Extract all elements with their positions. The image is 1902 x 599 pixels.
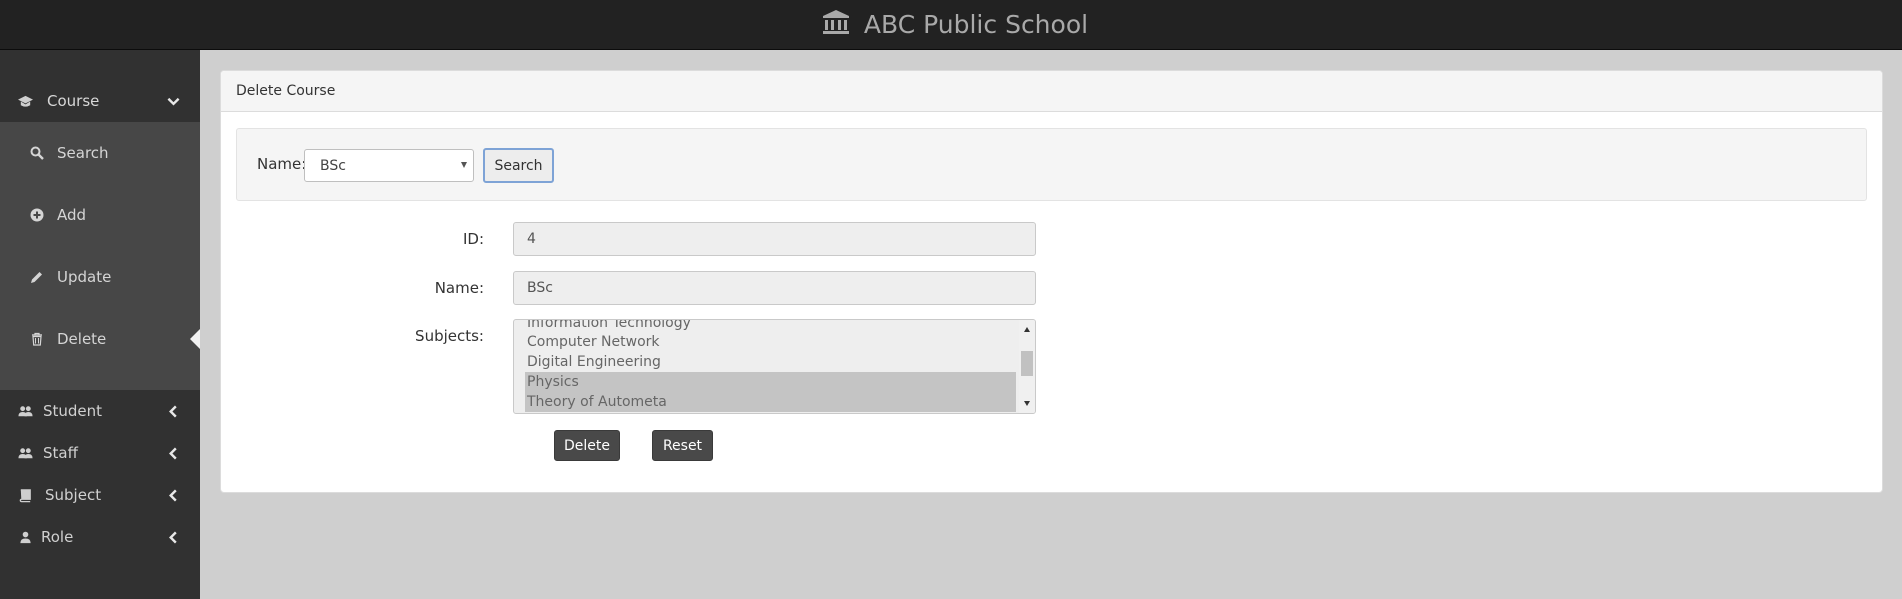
top-bar: ABC Public School bbox=[0, 0, 1902, 50]
sidebar-item-label: Role bbox=[41, 528, 74, 546]
delete-button[interactable]: Delete bbox=[554, 430, 620, 461]
book-icon bbox=[15, 488, 35, 503]
chevron-left-icon bbox=[167, 447, 180, 460]
sidebar-item-course[interactable]: Course bbox=[0, 76, 200, 126]
graduation-cap-icon bbox=[15, 94, 35, 109]
caret-down-icon bbox=[461, 162, 467, 168]
listbox-scrollbar[interactable] bbox=[1019, 320, 1035, 413]
course-submenu: Search Add Update Delete bbox=[0, 122, 200, 390]
sidebar-item-label: Subject bbox=[45, 486, 102, 504]
panel-title: Delete Course bbox=[236, 83, 336, 99]
panel-heading: Delete Course bbox=[221, 71, 1882, 112]
course-name-select[interactable]: BSc bbox=[304, 149, 474, 182]
scroll-down-arrow-icon[interactable] bbox=[1024, 401, 1030, 406]
delete-course-panel: Delete Course Name: BSc Search ID: 4 Nam… bbox=[220, 70, 1883, 493]
chevron-left-icon bbox=[167, 405, 180, 418]
sidebar-item-update[interactable]: Update bbox=[0, 246, 200, 308]
search-button[interactable]: Search bbox=[483, 148, 554, 183]
institution-icon bbox=[822, 9, 850, 41]
trash-icon bbox=[29, 332, 45, 346]
name-field-value: BSc bbox=[527, 280, 553, 296]
active-indicator bbox=[190, 329, 200, 349]
chevron-down-icon bbox=[167, 95, 180, 108]
list-item-selected[interactable]: Theory of Autometa bbox=[525, 392, 1016, 412]
list-item[interactable]: Computer Network bbox=[526, 332, 1006, 352]
id-label: ID: bbox=[462, 230, 484, 248]
search-icon bbox=[29, 146, 45, 160]
list-item-selected[interactable]: Physics bbox=[525, 372, 1016, 392]
sidebar-item-role[interactable]: Role bbox=[0, 516, 200, 558]
brand[interactable]: ABC Public School bbox=[822, 9, 1088, 41]
sidebar-item-label: Student bbox=[43, 402, 103, 420]
sidebar-item-subject[interactable]: Subject bbox=[0, 474, 200, 516]
scroll-up-arrow-icon[interactable] bbox=[1024, 327, 1030, 332]
sidebar-item-search[interactable]: Search bbox=[0, 122, 200, 184]
search-name-label: Name: bbox=[257, 155, 307, 173]
sidebar-item-delete[interactable]: Delete bbox=[0, 308, 200, 370]
course-name-select-value: BSc bbox=[320, 157, 346, 174]
sidebar-item-add[interactable]: Add bbox=[0, 184, 200, 246]
sidebar-item-label: Update bbox=[57, 268, 112, 286]
list-item[interactable]: Information Technology bbox=[526, 320, 1006, 333]
subjects-listbox[interactable]: Information Technology Computer Network … bbox=[513, 319, 1036, 414]
search-bar: Name: BSc Search bbox=[236, 128, 1867, 201]
chevron-left-icon bbox=[167, 489, 180, 502]
pencil-icon bbox=[29, 270, 45, 284]
sidebar: Course Search Add Update Delete Student … bbox=[0, 50, 200, 599]
sidebar-item-label: Delete bbox=[57, 330, 107, 348]
app-title: ABC Public School bbox=[863, 10, 1089, 39]
list-item[interactable]: Digital Engineering bbox=[526, 352, 1006, 372]
sidebar-item-staff[interactable]: Staff bbox=[0, 432, 200, 474]
plus-circle-icon bbox=[29, 208, 45, 222]
sidebar-item-student[interactable]: Student bbox=[0, 390, 200, 432]
reset-button[interactable]: Reset bbox=[652, 430, 713, 461]
users-icon bbox=[15, 446, 35, 461]
sidebar-item-label: Add bbox=[57, 206, 87, 224]
subjects-label: Subjects: bbox=[415, 327, 484, 345]
name-label: Name: bbox=[434, 279, 484, 297]
sidebar-item-label: Search bbox=[57, 144, 109, 162]
id-field-value: 4 bbox=[527, 231, 536, 247]
user-icon bbox=[15, 530, 35, 545]
scrollbar-thumb[interactable] bbox=[1021, 351, 1033, 376]
sidebar-item-label: Staff bbox=[43, 444, 78, 462]
sidebar-item-label: Course bbox=[47, 92, 100, 110]
chevron-left-icon bbox=[167, 531, 180, 544]
id-field[interactable]: 4 bbox=[513, 222, 1036, 256]
users-icon bbox=[15, 404, 35, 419]
name-field[interactable]: BSc bbox=[513, 271, 1036, 305]
